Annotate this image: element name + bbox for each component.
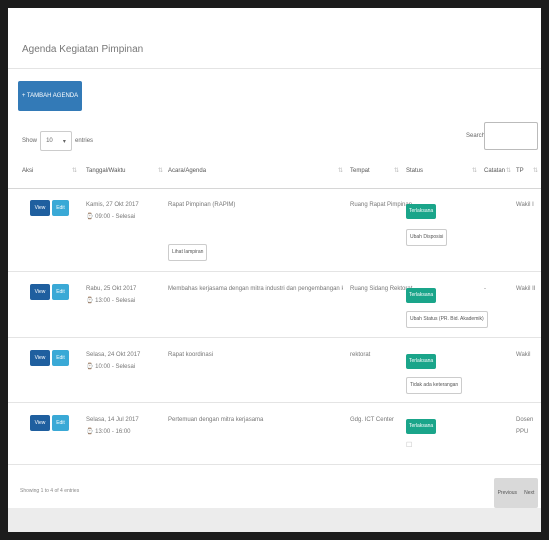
edit-button[interactable]: Edit	[52, 415, 69, 431]
column-header-tanggal[interactable]: Tanggal/Waktu	[86, 168, 125, 174]
row-date: Kamis, 27 Okt 2017	[86, 202, 139, 208]
row-place: Ruang Sidang Rektorat	[350, 286, 413, 292]
edit-button[interactable]: Edit	[52, 284, 69, 300]
row-agenda: Rapat koordinasi	[168, 352, 214, 358]
row-place: rektorat	[350, 352, 371, 358]
agenda-panel: Agenda Kegiatan Pimpinan + TAMBAH AGENDA…	[8, 8, 541, 508]
sort-icon: ⇅	[338, 168, 344, 174]
entries-select[interactable]: 10 ▾	[40, 131, 73, 151]
column-header-tempat[interactable]: Tempat	[350, 168, 370, 174]
column-header-acara[interactable]: Acara/Agenda	[168, 168, 206, 174]
row-time: ⌚ 13:00 - 16:00	[86, 429, 131, 435]
previous-button[interactable]: Previous	[498, 490, 517, 496]
panel-title: Agenda Kegiatan Pimpinan	[22, 44, 144, 55]
status-action-button[interactable]: Tidak ada keterangan	[406, 377, 463, 394]
entries-length-control: Show 10 ▾ entries	[22, 131, 93, 151]
screenshot-frame: Agenda Kegiatan Pimpinan + TAMBAH AGENDA…	[8, 8, 541, 532]
show-suffix: entries	[75, 138, 94, 144]
row-place: Gdg. ICT Center	[350, 417, 394, 423]
column-header-catatan[interactable]: Catatan	[484, 168, 505, 174]
row-time: ⌚ 10:00 - Selesai	[86, 364, 136, 370]
column-header-status[interactable]: Status	[406, 168, 423, 174]
pagination: Previous Next	[494, 478, 538, 508]
sort-icon: ⇅	[394, 168, 400, 174]
checkbox-icon[interactable]: ☐	[406, 440, 412, 452]
header-divider	[8, 188, 541, 189]
row-tp: Wakil I	[516, 202, 534, 208]
column-header-tp[interactable]: TP	[516, 168, 524, 174]
view-button[interactable]: View	[30, 415, 50, 431]
row-note: -	[484, 286, 486, 292]
sort-icon: ⇅	[472, 168, 478, 174]
row-time: ⌚ 09:00 - Selesai	[86, 214, 136, 220]
view-button[interactable]: View	[30, 200, 50, 216]
row-time: ⌚ 13:00 - Selesai	[86, 298, 136, 304]
sort-icon: ⇅	[506, 168, 512, 174]
row-tp: Dosen PPU	[516, 417, 534, 435]
status-action-button[interactable]: Ubah Disposisi	[406, 229, 448, 246]
row-divider	[8, 464, 541, 465]
row-divider	[8, 271, 541, 272]
entries-select-value: 10	[46, 138, 53, 144]
search-input[interactable]	[484, 122, 538, 150]
add-agenda-button[interactable]: + TAMBAH AGENDA	[18, 81, 82, 111]
row-divider	[8, 402, 541, 403]
row-agenda: Membahas kerjasama dengan mitra industri…	[168, 286, 343, 292]
status-badge: Terlaksana	[406, 204, 437, 219]
title-divider	[8, 68, 541, 69]
next-button[interactable]: Next	[524, 490, 534, 496]
column-header-aksi[interactable]: Aksi	[22, 168, 33, 174]
row-agenda: Rapat Pimpinan (RAPIM)	[168, 202, 236, 208]
sort-icon: ⇅	[72, 168, 78, 174]
table-info: Showing 1 to 4 of 4 entries	[20, 488, 80, 494]
row-agenda: Pertemuan dengan mitra kerjasama	[168, 417, 264, 423]
row-divider	[8, 337, 541, 338]
attachment-button[interactable]: Lihat lampiran	[168, 244, 208, 261]
row-date: Selasa, 24 Okt 2017	[86, 352, 141, 358]
sort-icon: ⇅	[533, 168, 539, 174]
row-tp: Wakil II	[516, 286, 536, 292]
row-date: Rabu, 25 Okt 2017	[86, 286, 137, 292]
edit-button[interactable]: Edit	[52, 350, 69, 366]
status-badge: Terlaksana	[406, 419, 437, 434]
chevron-down-icon: ▾	[62, 138, 66, 145]
status-action-button[interactable]: Ubah Status (PR. Bid. Akademik)	[406, 311, 488, 328]
status-badge: Terlaksana	[406, 288, 437, 303]
row-tp: Wakil	[516, 352, 531, 358]
view-button[interactable]: View	[30, 350, 50, 366]
show-prefix: Show	[22, 138, 38, 144]
status-badge: Terlaksana	[406, 354, 437, 369]
edit-button[interactable]: Edit	[52, 200, 69, 216]
view-button[interactable]: View	[30, 284, 50, 300]
row-date: Selasa, 14 Jul 2017	[86, 417, 139, 423]
row-place: Ruang Rapat Pimpinan	[350, 202, 413, 208]
sort-icon: ⇅	[158, 168, 164, 174]
